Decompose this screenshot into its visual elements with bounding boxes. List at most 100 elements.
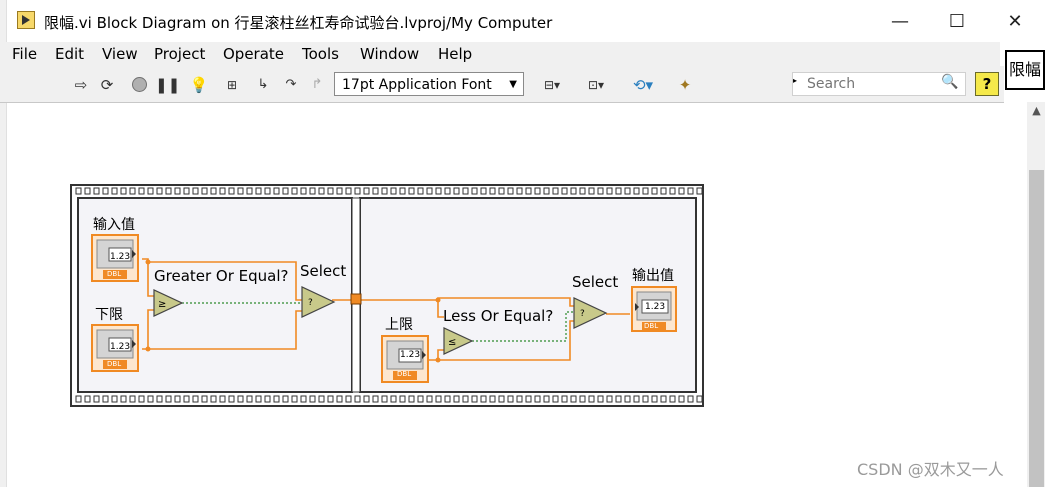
maximize-button[interactable]: ☐ bbox=[934, 8, 980, 36]
sprocket-hole bbox=[471, 187, 478, 195]
sprocket-hole bbox=[606, 395, 613, 403]
sprocket-hole bbox=[579, 395, 586, 403]
vi-icon-pane[interactable]: 限幅 bbox=[1005, 50, 1045, 90]
sprocket-hole bbox=[165, 395, 172, 403]
sprocket-hole bbox=[129, 395, 136, 403]
sprocket-hole bbox=[156, 395, 163, 403]
scroll-up-icon[interactable]: ▲ bbox=[1029, 104, 1044, 122]
sprocket-hole bbox=[381, 187, 388, 195]
sprocket-hole bbox=[345, 187, 352, 195]
sprocket-hole bbox=[570, 395, 577, 403]
pause-icon[interactable]: ❚❚ bbox=[155, 74, 180, 96]
input-control-type: DBL bbox=[107, 270, 122, 278]
sprocket-hole bbox=[327, 187, 334, 195]
step-into-icon[interactable]: ↳ bbox=[252, 74, 274, 96]
sprocket-hole bbox=[84, 395, 91, 403]
menu-edit[interactable]: Edit bbox=[55, 45, 84, 63]
sprocket-hole bbox=[570, 187, 577, 195]
search-box[interactable]: ▸ 🔍 bbox=[792, 72, 966, 96]
upper-limit-type: DBL bbox=[397, 370, 412, 378]
step-out-icon[interactable]: ↱ bbox=[306, 74, 328, 96]
sprocket-hole bbox=[552, 395, 559, 403]
minimize-button[interactable]: — bbox=[877, 8, 923, 36]
input-control-value: 1.23 bbox=[110, 252, 131, 262]
sprocket-hole bbox=[165, 187, 172, 195]
menu-window[interactable]: Window bbox=[360, 45, 419, 63]
lower-limit-label: 下限 bbox=[95, 307, 123, 323]
menu-operate[interactable]: Operate bbox=[223, 45, 284, 63]
scrollbar-thumb[interactable] bbox=[1029, 170, 1044, 487]
sprocket-hole bbox=[624, 187, 631, 195]
sprocket-hole bbox=[579, 187, 586, 195]
sprocket-hole bbox=[678, 395, 685, 403]
step-over-icon[interactable]: ↷ bbox=[280, 74, 302, 96]
reorder-icon[interactable]: ⟲▾ bbox=[627, 74, 659, 96]
svg-text:≥: ≥ bbox=[158, 299, 166, 310]
search-icon[interactable]: 🔍 bbox=[941, 74, 958, 90]
sprocket-hole bbox=[561, 187, 568, 195]
sprocket-hole bbox=[696, 395, 703, 403]
sprocket-hole bbox=[183, 187, 190, 195]
sprocket-hole bbox=[543, 395, 550, 403]
sprocket-hole bbox=[291, 187, 298, 195]
sprocket-hole bbox=[345, 395, 352, 403]
sprocket-hole bbox=[84, 187, 91, 195]
sprocket-hole bbox=[255, 187, 262, 195]
sprocket-hole bbox=[255, 395, 262, 403]
sprocket-hole bbox=[390, 395, 397, 403]
sprocket-hole bbox=[462, 187, 469, 195]
sprocket-hole bbox=[453, 187, 460, 195]
sprocket-hole bbox=[498, 395, 505, 403]
highlight-execution-icon[interactable]: 💡 bbox=[188, 74, 210, 96]
close-button[interactable]: ✕ bbox=[992, 8, 1038, 36]
search-input[interactable] bbox=[807, 75, 927, 93]
sprocket-hole bbox=[264, 395, 271, 403]
menu-view[interactable]: View bbox=[102, 45, 138, 63]
sprocket-hole bbox=[516, 187, 523, 195]
sprocket-hole bbox=[147, 395, 154, 403]
align-objects-icon[interactable]: ⊟▾ bbox=[537, 74, 567, 96]
sprocket-hole bbox=[174, 187, 181, 195]
sprocket-hole bbox=[399, 187, 406, 195]
sprocket-hole bbox=[687, 395, 694, 403]
sprocket-hole bbox=[309, 395, 316, 403]
run-arrow-icon[interactable]: ⇨ bbox=[70, 74, 92, 96]
menu-file[interactable]: File bbox=[12, 45, 37, 63]
svg-text:?: ? bbox=[308, 298, 313, 308]
sprocket-hole bbox=[219, 395, 226, 403]
sprocket-hole bbox=[318, 187, 325, 195]
font-select[interactable]: 17pt Application Font ▼ bbox=[334, 72, 524, 96]
sprocket-hole bbox=[534, 187, 541, 195]
sprocket-hole bbox=[273, 187, 280, 195]
sprocket-hole bbox=[246, 187, 253, 195]
sprocket-hole bbox=[480, 395, 487, 403]
run-continuously-icon[interactable]: ⟳ bbox=[96, 74, 118, 96]
sprocket-hole bbox=[498, 187, 505, 195]
menu-project[interactable]: Project bbox=[154, 45, 205, 63]
sprocket-hole bbox=[120, 395, 127, 403]
distribute-objects-icon[interactable]: ⊡▾ bbox=[580, 74, 612, 96]
sprocket-hole bbox=[219, 187, 226, 195]
labview-vi-icon bbox=[17, 11, 35, 29]
sprocket-hole bbox=[363, 395, 370, 403]
output-indicator-value: 1.23 bbox=[645, 302, 666, 312]
sprocket-hole bbox=[336, 187, 343, 195]
menu-tools[interactable]: Tools bbox=[302, 45, 339, 63]
svg-text:≤: ≤ bbox=[448, 337, 456, 348]
abort-icon[interactable] bbox=[128, 74, 150, 96]
clean-up-diagram-icon[interactable]: ✦ bbox=[672, 74, 698, 96]
sprocket-hole bbox=[237, 187, 244, 195]
lower-limit-type: DBL bbox=[107, 360, 122, 368]
menu-help[interactable]: Help bbox=[438, 45, 472, 63]
sprocket-hole bbox=[318, 395, 325, 403]
sprocket-hole bbox=[678, 187, 685, 195]
context-help-button[interactable]: ? bbox=[975, 72, 999, 96]
sprocket-hole bbox=[138, 187, 145, 195]
sprocket-hole bbox=[282, 395, 289, 403]
block-diagram: ≥ ? ≤ ? bbox=[70, 184, 704, 407]
sprocket-hole bbox=[228, 187, 235, 195]
retain-wire-values-icon[interactable]: ⊞ bbox=[221, 74, 243, 96]
sprocket-hole bbox=[435, 395, 442, 403]
sequence-tunnel bbox=[350, 293, 362, 305]
window-title: 限幅.vi Block Diagram on 行星滚柱丝杠寿命试验台.lvpro… bbox=[44, 14, 553, 32]
